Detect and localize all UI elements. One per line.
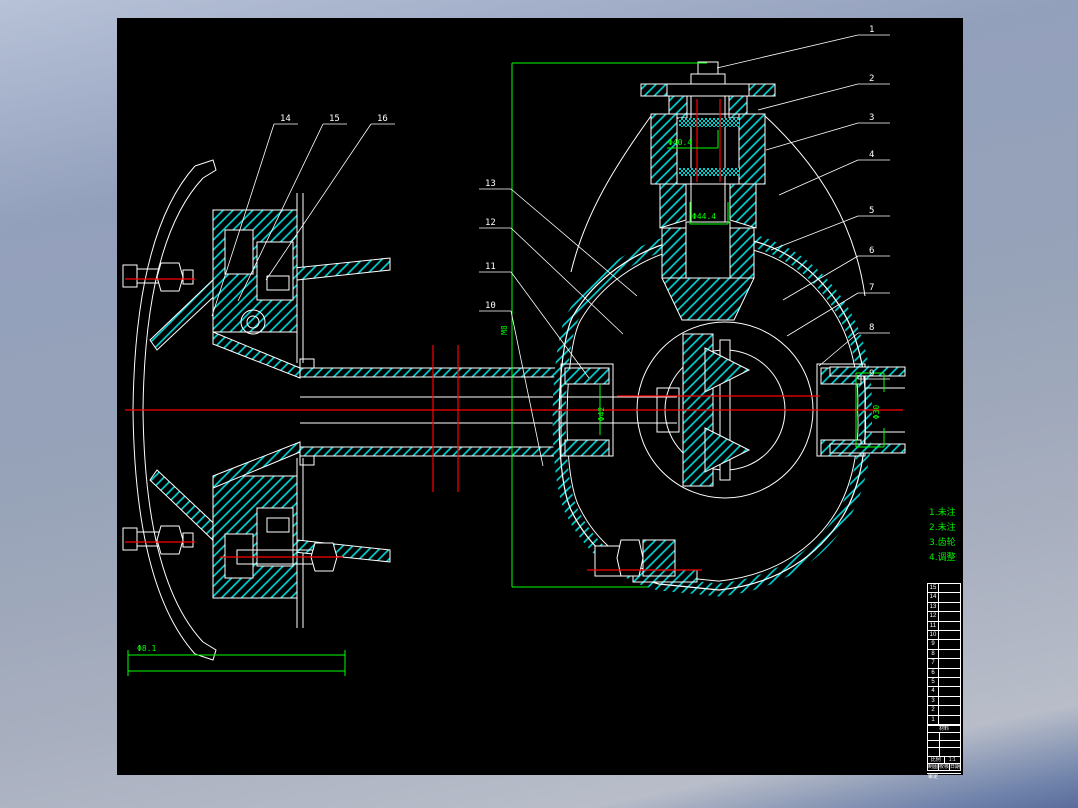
bom-item-number: 12 [928, 612, 939, 621]
bom-item-number: 11 [928, 621, 939, 631]
bom-item-number: 10 [928, 631, 939, 640]
bom-row: 5 [928, 677, 960, 687]
notes-block: 1.未注 2.未注 3.齿轮 4.调整 [929, 506, 956, 563]
callout-numbers: 1 2 3 4 5 6 7 8 9 13 12 11 10 14 15 16 [280, 25, 874, 379]
axle-shaft [299, 358, 577, 466]
bom-item-number: 1 [928, 715, 939, 725]
bom-item-number: 15 [928, 584, 939, 593]
bom-row: 2 [928, 705, 960, 715]
callout-6: 6 [869, 246, 874, 256]
callout-10: 10 [485, 301, 496, 311]
callout-13: 13 [485, 179, 496, 189]
dim-pinion-lower: Φ44.4 [692, 212, 716, 221]
title-block-header: 材料 [927, 725, 961, 733]
bom-row: 8 [928, 648, 960, 659]
callout-15: 15 [329, 114, 340, 124]
cad-drawing: Φ40.4 Φ44.4 Φ8.1 Φ42 Φ30 M8 1 2 3 4 5 6 … [122, 25, 956, 676]
title-block-grid [927, 733, 961, 757]
date-label: 日期 [950, 764, 960, 770]
title-block-bottom-row: 审定 [927, 773, 961, 781]
dim-mid-small: M8 [500, 325, 509, 335]
callout-9: 9 [869, 369, 874, 379]
callout-2: 2 [869, 74, 874, 84]
dim-pinion-top: Φ40.4 [668, 138, 692, 147]
bom-item-number: 5 [928, 678, 939, 687]
callout-7: 7 [869, 283, 874, 293]
bom-row: 3 [928, 695, 960, 706]
bom-row: 13 [928, 601, 960, 612]
bom-row: 10 [928, 630, 960, 640]
bom-item-number: 14 [928, 593, 939, 602]
cad-viewport[interactable]: Φ40.4 Φ44.4 Φ8.1 Φ42 Φ30 M8 1 2 3 4 5 6 … [117, 18, 963, 780]
dim-right-shaft: Φ30 [872, 405, 881, 420]
title-block: 材料 比例 1:1 制图 校核 日期 审定 [927, 725, 961, 780]
pinion-assembly [640, 61, 776, 321]
bom-item-number: 4 [928, 687, 939, 696]
note-line-4: 4.调整 [929, 551, 956, 563]
scale-label: 比例 [928, 757, 945, 763]
bom-row: 7 [928, 658, 960, 668]
draw-label: 制图 [928, 764, 939, 770]
approve-label: 审定 [928, 774, 939, 780]
bom-row: 9 [928, 639, 960, 649]
bom-item-number: 3 [928, 696, 939, 706]
bom-item-number: 8 [928, 649, 939, 659]
title-block-scale-row: 比例 1:1 [927, 757, 961, 764]
callout-14: 14 [280, 114, 291, 124]
callout-1: 1 [869, 25, 874, 35]
bom-row: 6 [928, 667, 960, 678]
check-label: 校核 [939, 764, 950, 770]
dim-axle-center: Φ42 [597, 407, 606, 422]
bom-item-number: 7 [928, 659, 939, 668]
callout-3: 3 [869, 113, 874, 123]
bom-item-number: 2 [928, 706, 939, 715]
callout-11: 11 [485, 262, 496, 272]
callout-4: 4 [869, 150, 874, 160]
callout-8: 8 [869, 323, 874, 333]
bom-row: 14 [928, 592, 960, 602]
bom-row: 4 [928, 686, 960, 696]
bom-row: 1 [928, 714, 960, 725]
note-line-3: 3.齿轮 [929, 536, 956, 548]
callout-5: 5 [869, 206, 874, 216]
desktop-background: { "drawing": { "callouts_right": ["1","2… [0, 0, 1078, 808]
bom-row: 12 [928, 611, 960, 621]
bom-row: 15 [928, 584, 960, 593]
bom-table: 15 14 13 12 11 10 9 8 7 6 5 4 3 2 1 [927, 583, 961, 725]
bom-row: 11 [928, 620, 960, 631]
bom-item-number: 6 [928, 668, 939, 678]
callout-12: 12 [485, 218, 496, 228]
bom-item-number: 13 [928, 602, 939, 612]
note-line-2: 2.未注 [929, 521, 956, 533]
title-block-sign-row: 制图 校核 日期 [927, 764, 961, 771]
callout-16: 16 [377, 114, 388, 124]
scale-value: 1:1 [948, 757, 956, 763]
note-line-1: 1.未注 [929, 506, 956, 518]
dim-hub-width: Φ8.1 [137, 644, 156, 653]
bom-item-number: 9 [928, 640, 939, 649]
